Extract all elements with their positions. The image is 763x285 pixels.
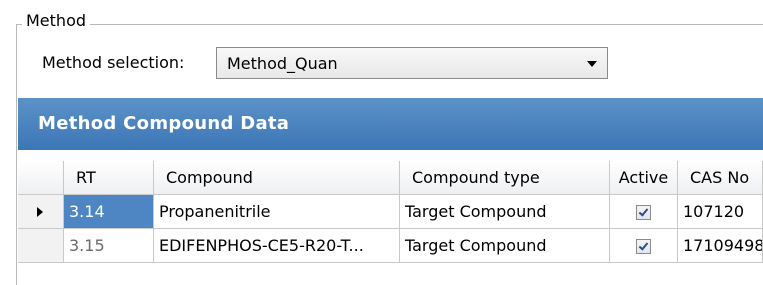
checkbox-checked-icon[interactable]: [636, 239, 651, 254]
cell-rt[interactable]: 3.15: [64, 229, 154, 263]
cell-compound-type[interactable]: Target Compound: [400, 229, 610, 263]
column-header-rt[interactable]: RT: [64, 161, 154, 195]
row-header[interactable]: [18, 195, 64, 229]
column-header-active[interactable]: Active: [610, 161, 678, 195]
chevron-down-icon[interactable]: [587, 61, 597, 67]
method-selection-value: Method_Quan: [227, 54, 338, 73]
row-indicator-icon: [37, 207, 43, 217]
cell-active[interactable]: [610, 229, 678, 263]
method-selection-label: Method selection:: [42, 53, 185, 72]
row-header[interactable]: [18, 229, 64, 263]
method-compound-data-header: Method Compound Data: [18, 98, 763, 150]
cell-rt[interactable]: 3.14: [64, 195, 154, 229]
cell-cas-no[interactable]: 17109498: [678, 229, 763, 263]
cell-compound[interactable]: Propanenitrile: [154, 195, 400, 229]
table-row[interactable]: 3.15 EDIFENPHOS-CE5-R20-T... Target Comp…: [18, 229, 763, 263]
method-selection-dropdown[interactable]: Method_Quan: [216, 47, 608, 79]
checkbox-checked-icon[interactable]: [636, 205, 651, 220]
cell-compound-type[interactable]: Target Compound: [400, 195, 610, 229]
table-row[interactable]: 3.14 Propanenitrile Target Compound 1071…: [18, 195, 763, 229]
column-header-compound-type[interactable]: Compound type: [400, 161, 610, 195]
cell-compound[interactable]: EDIFENPHOS-CE5-R20-T...: [154, 229, 400, 263]
method-group-legend: Method: [22, 11, 91, 31]
cell-cas-no[interactable]: 107120: [678, 195, 763, 229]
grid-header-row: RT Compound Compound type Active CAS No: [18, 161, 763, 195]
grid-header-corner: [18, 161, 64, 195]
column-header-compound[interactable]: Compound: [154, 161, 400, 195]
cell-active[interactable]: [610, 195, 678, 229]
column-header-cas-no[interactable]: CAS No: [678, 161, 763, 195]
